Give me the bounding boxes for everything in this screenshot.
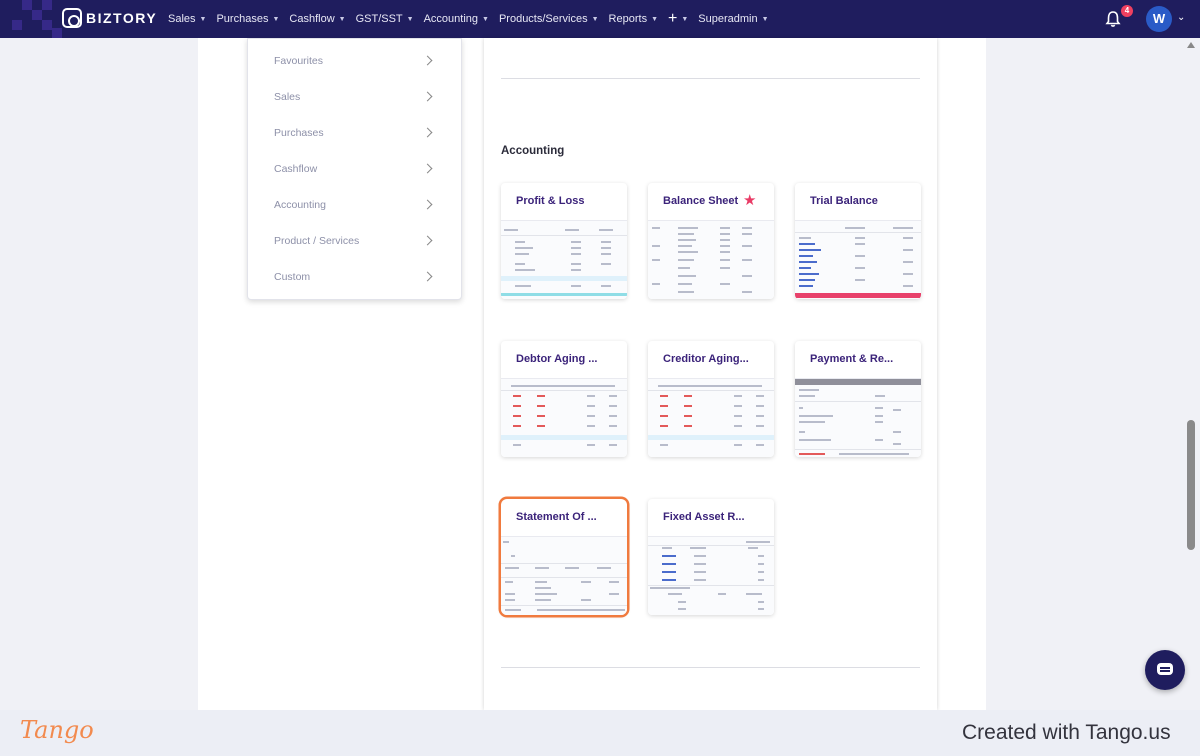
nav-reports[interactable]: Reports ▼ <box>609 13 658 25</box>
reports-category-menu: Favourites Sales Purchases Cashflow Acco… <box>247 38 462 300</box>
report-title: Debtor Aging ... <box>516 353 598 365</box>
tango-logo: Tango <box>20 716 94 744</box>
report-title: Balance Sheet <box>663 195 739 207</box>
top-navbar: BIZTORY Sales ▼ Purchases ▼ Cashflow ▼ GST/… <box>0 0 1200 38</box>
caret-down-icon: ▼ <box>482 15 489 23</box>
menu-item-accounting[interactable]: Accounting <box>248 187 461 223</box>
nav-gst-sst[interactable]: GST/SST ▼ <box>356 13 414 25</box>
nav-superadmin[interactable]: Superadmin ▼ <box>698 13 768 25</box>
nav-purchases[interactable]: Purchases ▼ <box>216 13 279 25</box>
caret-down-icon: ▼ <box>199 15 207 23</box>
brand-name: BIZTORY <box>86 10 158 26</box>
report-card-statement-of-account[interactable]: Statement Of ... <box>501 499 627 615</box>
chevron-right-icon <box>422 91 433 102</box>
report-card-balance-sheet[interactable]: Balance Sheet ★ <box>648 183 774 299</box>
main-nav: Sales ▼ Purchases ▼ Cashflow ▼ GST/SST ▼ Acc… <box>168 0 779 38</box>
report-thumbnail <box>648 536 774 615</box>
vertical-scrollbar[interactable] <box>1187 420 1195 550</box>
star-icon[interactable]: ★ <box>743 191 756 209</box>
report-title: Payment & Re... <box>810 353 894 365</box>
nav-accounting[interactable]: Accounting ▼ <box>424 13 489 25</box>
nav-sales[interactable]: Sales ▼ <box>168 13 206 25</box>
menu-item-cashflow[interactable]: Cashflow <box>248 151 461 187</box>
nav-products-services[interactable]: Products/Services ▼ <box>499 13 599 25</box>
bell-icon[interactable] <box>1105 10 1121 28</box>
nav-add-new[interactable]: + ▼ <box>668 10 688 28</box>
chevron-right-icon <box>422 199 433 210</box>
menu-item-sales[interactable]: Sales <box>248 79 461 115</box>
report-thumbnail <box>648 220 774 299</box>
app-logo[interactable]: BIZTORY <box>62 8 157 28</box>
menu-item-product-services[interactable]: Product / Services <box>248 223 461 259</box>
nav-cashflow[interactable]: Cashflow ▼ <box>289 13 345 25</box>
biztory-logo-icon <box>62 8 82 28</box>
scroll-up-arrow-icon[interactable] <box>1187 42 1195 48</box>
report-thumbnail <box>501 536 627 615</box>
report-thumbnail <box>795 378 921 457</box>
menu-item-favourites[interactable]: Favourites <box>248 43 461 79</box>
menu-item-purchases[interactable]: Purchases <box>248 115 461 151</box>
caret-down-icon: ▼ <box>681 15 689 23</box>
created-with-text: Created with Tango.us <box>962 721 1171 744</box>
chevron-right-icon <box>422 163 433 174</box>
chat-icon[interactable] <box>1145 650 1185 690</box>
report-title: Fixed Asset R... <box>663 511 745 523</box>
chevron-right-icon <box>422 55 433 66</box>
caret-down-icon: ▼ <box>591 15 599 23</box>
chevron-right-icon <box>422 271 433 282</box>
caret-down-icon: ▼ <box>272 15 280 23</box>
chevron-down-icon[interactable]: ⌄ <box>1177 12 1185 23</box>
caret-down-icon: ▼ <box>406 15 414 23</box>
report-title: Trial Balance <box>810 195 878 207</box>
section-title-accounting: Accounting <box>501 145 565 157</box>
caret-down-icon: ▼ <box>338 15 346 23</box>
plus-icon: + <box>668 10 678 27</box>
user-avatar[interactable]: W <box>1146 6 1172 32</box>
report-title: Creditor Aging... <box>663 353 749 365</box>
report-card-debtor-aging[interactable]: Debtor Aging ... <box>501 341 627 457</box>
report-thumbnail <box>795 220 921 299</box>
caret-down-icon: ▼ <box>651 15 659 23</box>
report-thumbnail <box>648 378 774 457</box>
report-card-creditor-aging[interactable]: Creditor Aging... <box>648 341 774 457</box>
report-thumbnail <box>501 220 627 299</box>
report-card-trial-balance[interactable]: Trial Balance <box>795 183 921 299</box>
report-card-fixed-asset-register[interactable]: Fixed Asset R... <box>648 499 774 615</box>
report-title: Profit & Loss <box>516 195 585 207</box>
divider-top <box>501 78 920 79</box>
report-thumbnail <box>501 378 627 457</box>
caret-down-icon: ▼ <box>761 15 769 23</box>
report-card-profit-loss[interactable]: Profit & Loss <box>501 183 627 299</box>
chevron-right-icon <box>422 235 433 246</box>
menu-item-custom[interactable]: Custom <box>248 259 461 295</box>
report-title: Statement Of ... <box>516 511 597 523</box>
chevron-right-icon <box>422 127 433 138</box>
report-card-payment-receipt[interactable]: Payment & Re... <box>795 341 921 457</box>
notification-badge: 4 <box>1121 5 1133 17</box>
divider-bottom <box>501 667 920 668</box>
